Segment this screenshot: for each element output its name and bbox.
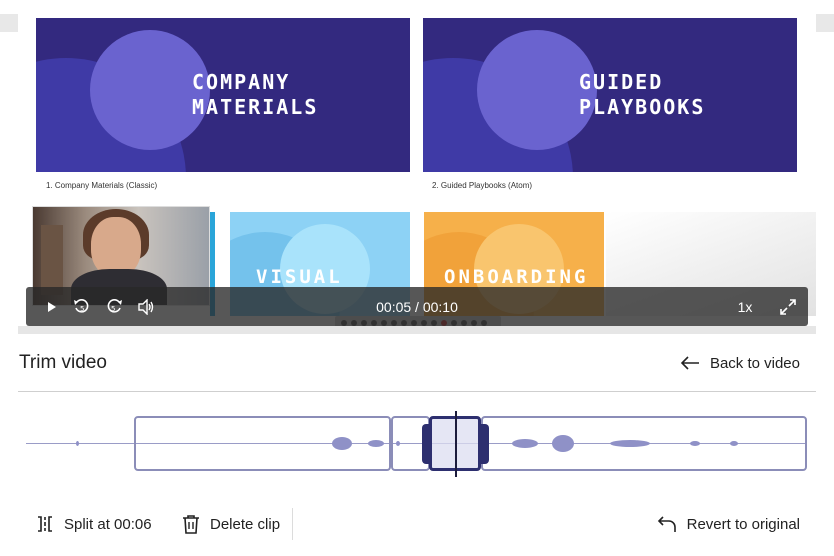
card-title: ONBOARDING [444, 266, 589, 288]
card-caption: 1. Company Materials (Classic) [46, 181, 158, 190]
frame-corner-right [816, 14, 834, 32]
trash-icon [183, 515, 199, 534]
card-title: COMPANY MATERIALS [192, 70, 319, 119]
trim-video-title: Trim video [19, 352, 107, 373]
split-label: Split at 00:06 [64, 515, 152, 533]
trim-handle-end[interactable] [481, 424, 489, 464]
delete-clip-button[interactable]: Delete clip [182, 512, 280, 536]
time-display: 00:05 / 00:10 [376, 298, 458, 315]
undo-icon [657, 516, 676, 532]
playback-speed-button[interactable]: 1x [728, 287, 762, 326]
card-caption: 2. Guided Playbooks (Atom) [432, 181, 533, 190]
split-icon [38, 516, 52, 532]
arrow-left-icon [680, 356, 699, 370]
card-title: VISUAL [256, 266, 343, 288]
video-preview[interactable]: COMPANY MATERIALS 1. Company Materials (… [18, 0, 816, 334]
back-to-video-button[interactable]: Back to video [680, 352, 800, 374]
playhead[interactable] [455, 411, 457, 477]
revert-button[interactable]: Revert to original [657, 512, 800, 536]
card-title: GUIDED PLAYBOOKS [579, 70, 706, 119]
video-frame-bottom [18, 326, 816, 334]
section-divider [18, 391, 816, 392]
player-controls: 5 5 00:05 / 00:10 1x [26, 287, 808, 326]
waveform-blip [76, 441, 79, 446]
footer-separator [292, 508, 293, 540]
revert-label: Revert to original [686, 515, 800, 533]
split-clip-button[interactable]: Split at 00:06 [36, 512, 152, 536]
card-guided-playbooks: GUIDED PLAYBOOKS [423, 18, 797, 172]
trim-handle-start[interactable] [422, 424, 430, 464]
fullscreen-button[interactable] [776, 287, 800, 326]
clip-segment[interactable] [481, 416, 807, 471]
frame-corner-left [0, 14, 18, 32]
clip-segment[interactable] [134, 416, 391, 471]
trim-timeline[interactable] [0, 400, 834, 486]
card-company-materials: COMPANY MATERIALS [36, 18, 410, 172]
delete-label: Delete clip [210, 515, 281, 533]
fullscreen-icon [780, 298, 796, 315]
back-to-video-label: Back to video [709, 354, 800, 372]
